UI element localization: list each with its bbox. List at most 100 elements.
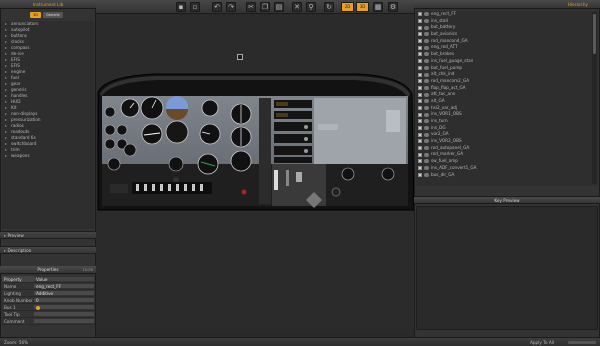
list-item[interactable]: but_brakes: [416, 51, 598, 58]
list-item[interactable]: ins_stall: [416, 18, 598, 25]
eye-icon[interactable]: [424, 45, 429, 50]
eye-icon[interactable]: [424, 85, 429, 90]
list-item[interactable]: ins_VOR2_OBS: [416, 138, 598, 145]
prop-value-field[interactable]: [34, 319, 94, 323]
list-item[interactable]: ins_fuel_guage_stan: [416, 58, 598, 65]
checkbox[interactable]: [418, 166, 422, 171]
eye-icon[interactable]: [424, 92, 429, 97]
list-item[interactable]: but_avionics: [416, 31, 598, 38]
layer-2d-button[interactable]: 2D: [341, 2, 354, 12]
open-icon[interactable]: ▫: [190, 2, 200, 12]
cockpit-panel-canvas[interactable]: [96, 14, 415, 332]
checkbox[interactable]: [418, 32, 422, 37]
lock-icon[interactable]: ⚲: [306, 2, 316, 12]
checkbox[interactable]: [418, 19, 422, 24]
grid-icon[interactable]: ▦: [373, 2, 383, 12]
eye-icon[interactable]: [424, 166, 429, 171]
checkbox[interactable]: [418, 79, 422, 84]
eye-icon[interactable]: [424, 172, 429, 177]
redo-icon[interactable]: ↷: [226, 2, 236, 12]
delete-icon[interactable]: ✕: [292, 2, 302, 12]
rotate-icon[interactable]: ↻: [324, 2, 334, 12]
copy-icon[interactable]: ❐: [260, 2, 270, 12]
eye-icon[interactable]: [424, 146, 429, 151]
tab-3d[interactable]: 3D: [30, 12, 42, 18]
list-item[interactable]: hsi2_var_adj: [416, 105, 598, 112]
checkbox[interactable]: [418, 112, 422, 117]
list-item[interactable]: flap_flap_act_GA: [416, 85, 598, 92]
paste-icon[interactable]: ▤: [274, 2, 284, 12]
list-item[interactable]: ins_VOR1_OBS: [416, 111, 598, 118]
eye-icon[interactable]: [424, 32, 429, 37]
list-item[interactable]: but_battery: [416, 24, 598, 31]
eye-icon[interactable]: [424, 72, 429, 77]
checkbox[interactable]: [418, 65, 422, 70]
list-item[interactable]: weapons: [2, 153, 94, 159]
checkbox[interactable]: [418, 126, 422, 131]
list-item[interactable]: alt_chk_ind: [416, 71, 598, 78]
checkbox[interactable]: [418, 59, 422, 64]
checkbox[interactable]: [418, 45, 422, 50]
list-item[interactable]: rod_marker_GA: [416, 151, 598, 158]
list-item[interactable]: att_tac_ann: [416, 91, 598, 98]
list-item[interactable]: ins_turn: [416, 118, 598, 125]
preview-section[interactable]: Preview: [0, 231, 96, 239]
eye-icon[interactable]: [424, 159, 429, 164]
scroll-thumb[interactable]: [593, 14, 596, 54]
checkbox[interactable]: [418, 52, 422, 57]
eye-icon[interactable]: [424, 39, 429, 44]
list-item[interactable]: alt_GA: [416, 98, 598, 105]
gear-icon[interactable]: ⚙: [388, 2, 398, 12]
checkbox[interactable]: [418, 119, 422, 124]
layer-3d-button[interactable]: 3D: [356, 2, 369, 12]
prop-value-field[interactable]: [34, 312, 94, 316]
list-item[interactable]: ins_ADF_convert1_GA: [416, 165, 598, 172]
undo-icon[interactable]: ↶: [212, 2, 222, 12]
eye-icon[interactable]: [424, 126, 429, 131]
prop-value-field[interactable]: eng_rect_FF: [34, 284, 94, 289]
list-item[interactable]: rod_mancond_GA: [416, 38, 598, 45]
eye-icon[interactable]: [424, 19, 429, 24]
eye-icon[interactable]: [424, 12, 429, 17]
eye-icon[interactable]: [424, 105, 429, 110]
checkbox[interactable]: [418, 105, 422, 110]
prop-value-field[interactable]: Additive: [34, 291, 94, 296]
apply-label[interactable]: Apply To All: [530, 338, 554, 346]
checkbox[interactable]: [418, 152, 422, 157]
checkbox[interactable]: [418, 139, 422, 144]
prop-value-field[interactable]: 0: [34, 298, 94, 303]
checkbox[interactable]: [418, 92, 422, 97]
prop-value-field[interactable]: [34, 305, 94, 310]
checkbox[interactable]: [418, 159, 422, 164]
eye-icon[interactable]: [424, 25, 429, 30]
list-item[interactable]: ins_DG: [416, 125, 598, 132]
eye-icon[interactable]: [424, 132, 429, 137]
eye-icon[interactable]: [424, 112, 429, 117]
checkbox[interactable]: [418, 39, 422, 44]
list-item[interactable]: bus_dir_GA: [416, 172, 598, 179]
list-item[interactable]: sw_fuel_amp: [416, 158, 598, 165]
eye-icon[interactable]: [424, 139, 429, 144]
list-item[interactable]: eng_rod_ATT: [416, 44, 598, 51]
checkbox[interactable]: [418, 146, 422, 151]
list-item[interactable]: eng_rect_FF: [416, 11, 598, 18]
tab-generic[interactable]: Generic: [43, 12, 63, 18]
checkbox[interactable]: [418, 99, 422, 104]
checkbox[interactable]: [418, 72, 422, 77]
list-item[interactable]: rod_mancom2_GA: [416, 78, 598, 85]
checkbox[interactable]: [418, 85, 422, 90]
eye-icon[interactable]: [424, 59, 429, 64]
description-section[interactable]: Description: [0, 246, 96, 254]
eye-icon[interactable]: [424, 52, 429, 57]
eye-icon[interactable]: [424, 152, 429, 157]
list-item[interactable]: but_fuel_pump: [416, 65, 598, 72]
cut-icon[interactable]: ✂: [246, 2, 256, 12]
eye-icon[interactable]: [424, 65, 429, 70]
checkbox[interactable]: [418, 25, 422, 30]
list-item[interactable]: rod_autopanel_GA: [416, 145, 598, 152]
checkbox[interactable]: [418, 132, 422, 137]
checkbox[interactable]: [418, 12, 422, 17]
list-item[interactable]: vor2_GA: [416, 131, 598, 138]
checkbox[interactable]: [418, 172, 422, 177]
design-viewport[interactable]: [96, 14, 415, 332]
